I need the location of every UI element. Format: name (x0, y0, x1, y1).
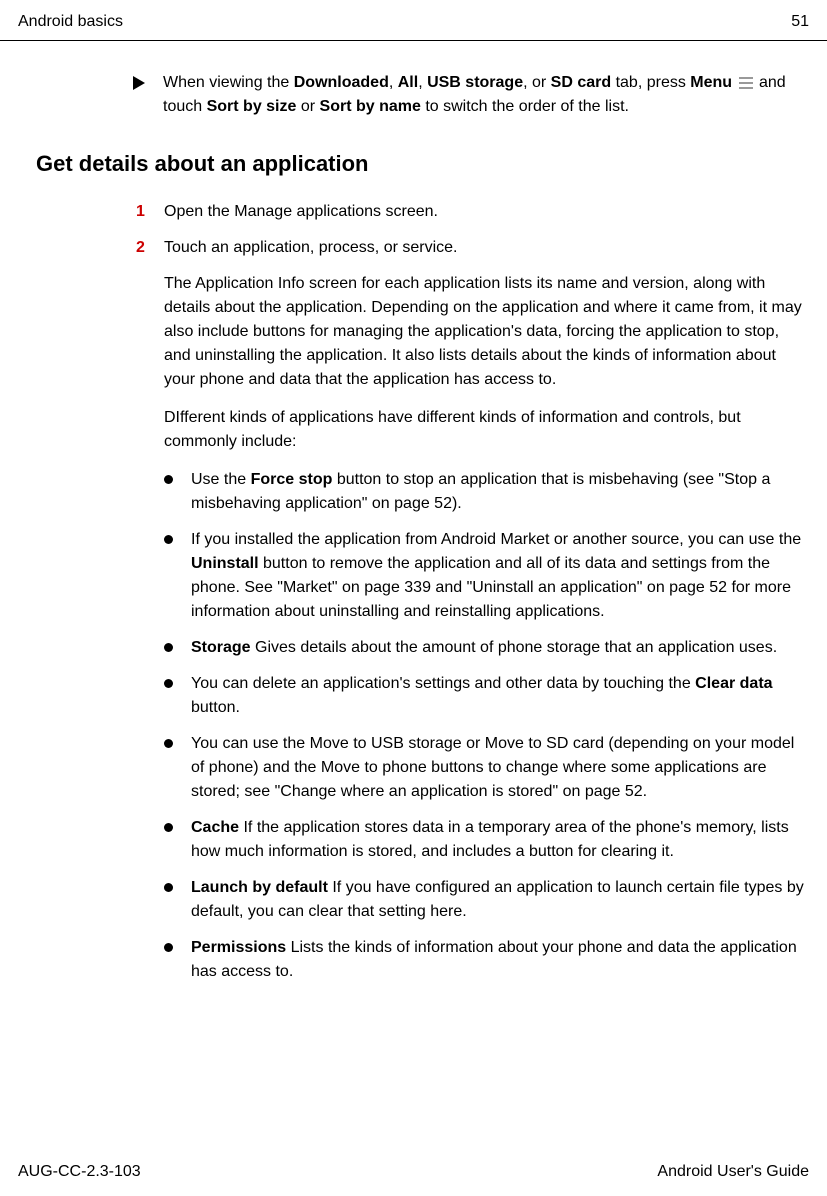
text: or (296, 98, 319, 115)
numbered-list: 1 Open the Manage applications screen. 2… (136, 200, 809, 260)
bold-text: Uninstall (191, 555, 259, 572)
document-id: AUG-CC-2.3-103 (18, 1160, 141, 1184)
document-title: Android User's Guide (657, 1160, 809, 1184)
list-item: If you installed the application from An… (164, 528, 809, 624)
bullet-text: Launch by default If you have configured… (191, 876, 809, 924)
bold-text: USB storage (427, 74, 523, 91)
text: Gives details about the amount of phone … (251, 639, 778, 656)
list-item: Storage Gives details about the amount o… (164, 636, 809, 660)
bold-text: Menu (690, 74, 732, 91)
text: button. (191, 699, 240, 716)
text: When viewing the (163, 74, 294, 91)
step-2: 2 Touch an application, process, or serv… (136, 236, 809, 260)
bullet-icon (164, 475, 173, 484)
bullet-text: Cache If the application stores data in … (191, 816, 809, 864)
page-header: Android basics 51 (0, 0, 827, 41)
step-number: 2 (136, 236, 164, 260)
text: to switch the order of the list. (421, 98, 629, 115)
text: , (389, 74, 398, 91)
bold-text: Downloaded (294, 74, 389, 91)
bold-text: Sort by name (320, 98, 421, 115)
tip-item: When viewing the Downloaded, All, USB st… (133, 71, 809, 119)
step-1: 1 Open the Manage applications screen. (136, 200, 809, 224)
list-item: Permissions Lists the kinds of informati… (164, 936, 809, 984)
text: , or (523, 74, 551, 91)
bullet-text: You can delete an application's settings… (191, 672, 809, 720)
bold-text: Cache (191, 819, 239, 836)
text: button to remove the application and all… (191, 555, 791, 620)
text: If the application stores data in a temp… (191, 819, 789, 860)
paragraph: DIfferent kinds of applications have dif… (164, 406, 809, 454)
list-item: Cache If the application stores data in … (164, 816, 809, 864)
page-footer: AUG-CC-2.3-103 Android User's Guide (18, 1160, 809, 1184)
bullet-icon (164, 883, 173, 892)
bold-text: SD card (551, 74, 611, 91)
text: You can use the Move to USB storage or M… (191, 735, 794, 800)
tip-text: When viewing the Downloaded, All, USB st… (163, 71, 809, 119)
section-heading: Get details about an application (36, 147, 809, 180)
list-item: You can delete an application's settings… (164, 672, 809, 720)
bullet-list: Use the Force stop button to stop an app… (164, 468, 809, 984)
page-number: 51 (791, 10, 809, 34)
menu-icon (739, 77, 753, 89)
bullet-icon (164, 535, 173, 544)
bullet-icon (164, 943, 173, 952)
bold-text: Permissions (191, 939, 286, 956)
text: If you installed the application from An… (191, 531, 801, 548)
text: tab, press (611, 74, 690, 91)
bold-text: All (398, 74, 418, 91)
text: You can delete an application's settings… (191, 675, 695, 692)
bullet-text: If you installed the application from An… (191, 528, 809, 624)
header-section: Android basics (18, 10, 123, 34)
bullet-text: Permissions Lists the kinds of informati… (191, 936, 809, 984)
list-item: You can use the Move to USB storage or M… (164, 732, 809, 804)
bullet-icon (164, 739, 173, 748)
step-text: Touch an application, process, or servic… (164, 236, 809, 260)
bullet-text: Storage Gives details about the amount o… (191, 636, 809, 660)
step-text: Open the Manage applications screen. (164, 200, 809, 224)
bold-text: Storage (191, 639, 251, 656)
triangle-bullet-icon (133, 76, 145, 90)
bullet-icon (164, 823, 173, 832)
bullet-text: You can use the Move to USB storage or M… (191, 732, 809, 804)
bold-text: Sort by size (207, 98, 297, 115)
list-item: Launch by default If you have configured… (164, 876, 809, 924)
bullet-icon (164, 643, 173, 652)
text: Use the (191, 471, 251, 488)
bold-text: Clear data (695, 675, 772, 692)
page-content: When viewing the Downloaded, All, USB st… (0, 41, 827, 984)
bold-text: Force stop (251, 471, 333, 488)
bullet-icon (164, 679, 173, 688)
paragraph: The Application Info screen for each app… (164, 272, 809, 392)
text: , (418, 74, 427, 91)
bullet-text: Use the Force stop button to stop an app… (191, 468, 809, 516)
step-number: 1 (136, 200, 164, 224)
list-item: Use the Force stop button to stop an app… (164, 468, 809, 516)
bold-text: Launch by default (191, 879, 328, 896)
